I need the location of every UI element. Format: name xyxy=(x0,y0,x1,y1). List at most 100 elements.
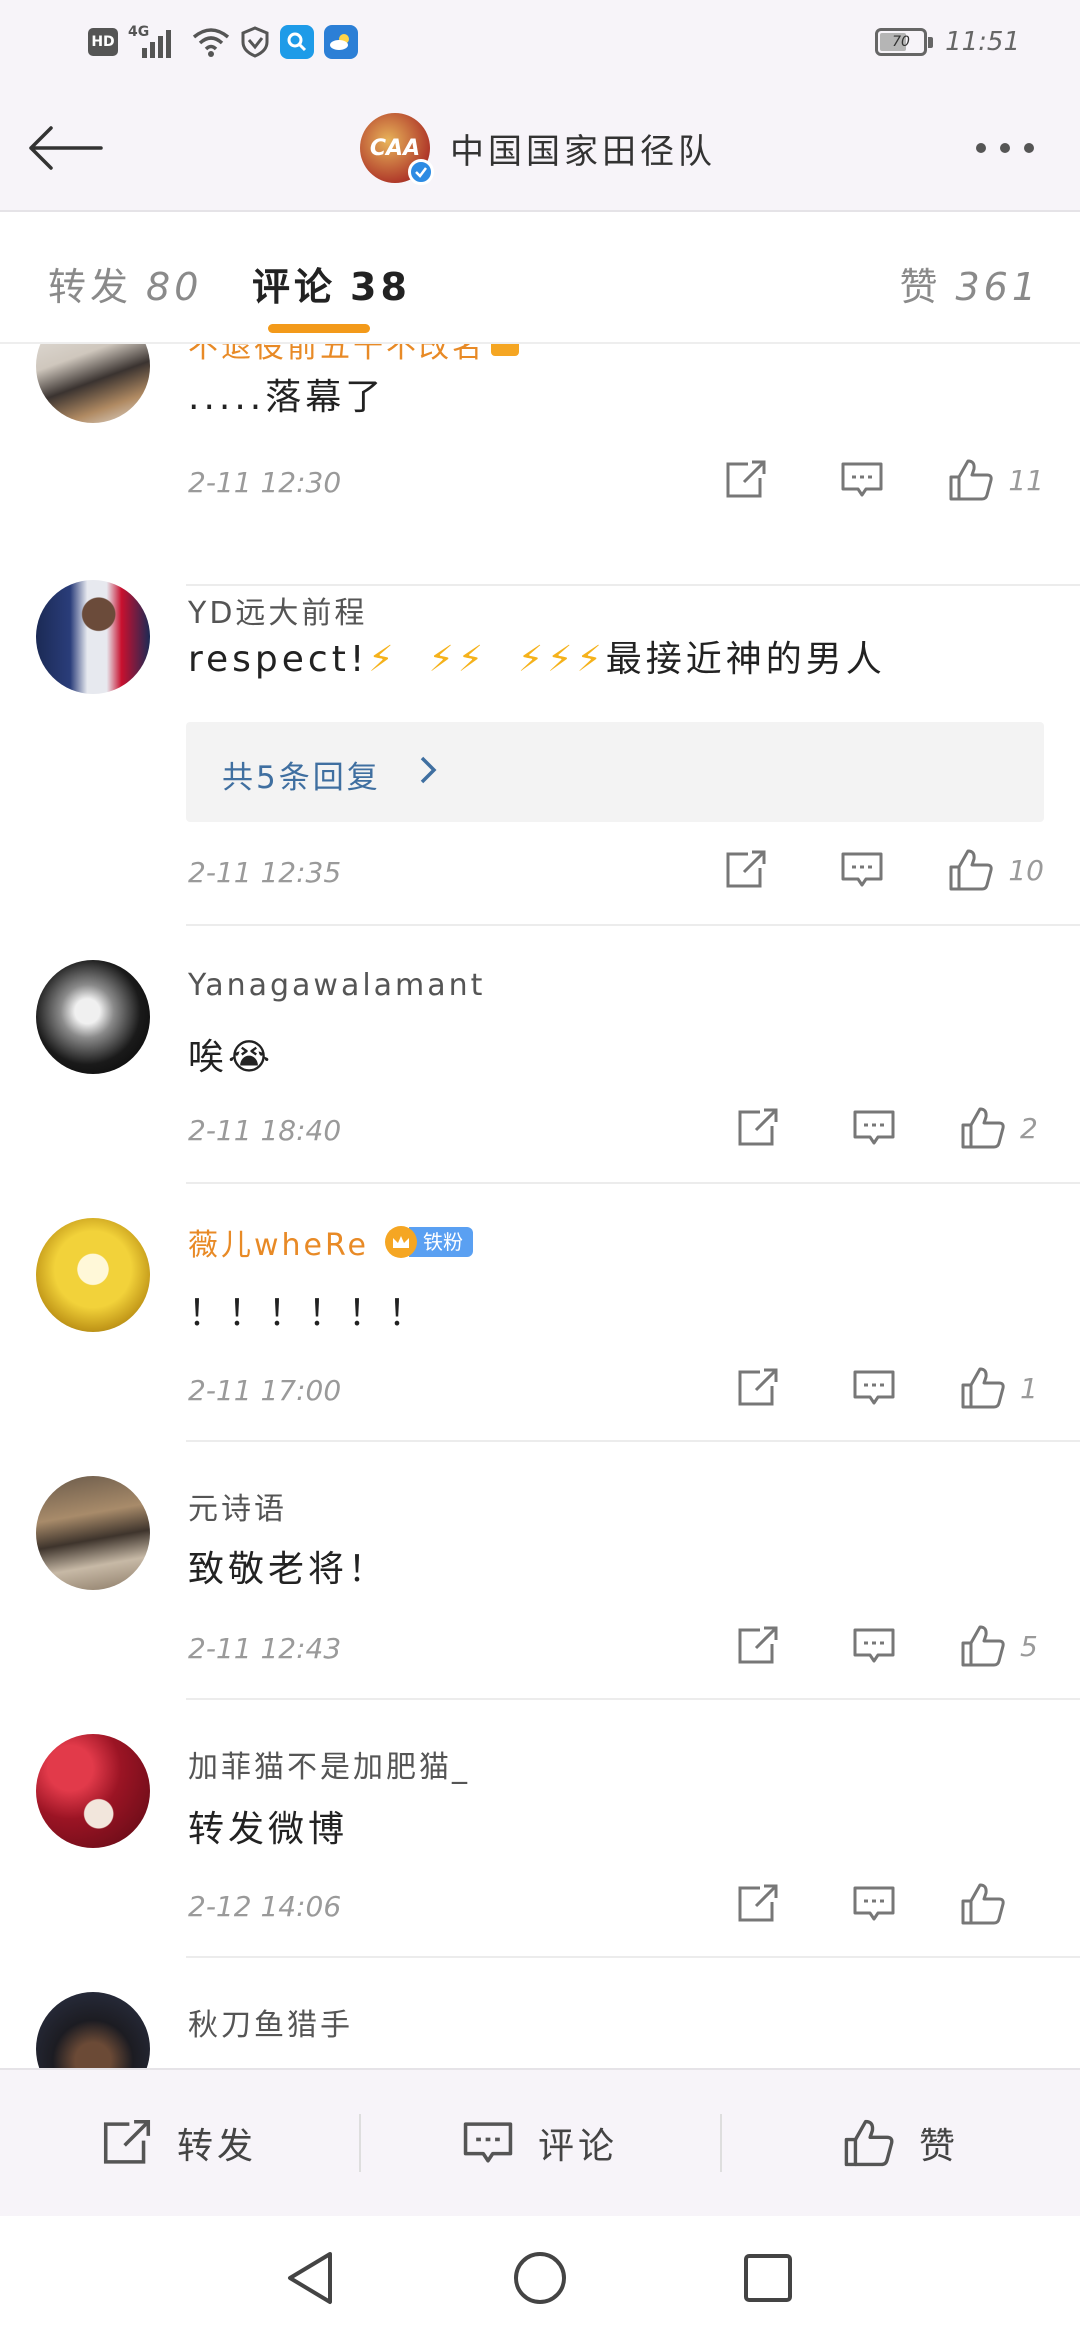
more-button[interactable] xyxy=(950,108,1060,188)
circle-home-icon xyxy=(514,2252,566,2304)
tab-comment-label: 评论 xyxy=(252,265,337,309)
tab-bar: 转发 80 评论 38 赞 361 xyxy=(0,212,1080,344)
tab-like-label: 赞 xyxy=(899,265,942,309)
commenter-avatar[interactable] xyxy=(36,1218,150,1332)
comment-text-prefix: respect! xyxy=(188,639,369,680)
tab-comment-count: 38 xyxy=(350,265,411,309)
comment-icon xyxy=(463,2122,513,2163)
repost-label: 转发 xyxy=(176,2126,257,2167)
vpn-shield-icon xyxy=(241,26,269,58)
replies-link[interactable]: 共5条回复 xyxy=(186,722,1044,822)
commenter-name[interactable]: 元诗语 xyxy=(188,1484,287,1528)
thumbs-up-icon xyxy=(949,459,994,501)
fan-badge[interactable]: 铁粉 xyxy=(384,1224,473,1260)
share-icon xyxy=(726,460,766,498)
nav-recents-button[interactable] xyxy=(726,2236,810,2320)
thumbs-up-icon xyxy=(949,849,994,891)
account-info[interactable]: CAA 中国国家田径队 xyxy=(360,108,716,188)
reply-button[interactable] xyxy=(844,1368,904,1408)
share-button[interactable] xyxy=(728,1884,788,1924)
tab-repost[interactable]: 转发 80 xyxy=(48,256,202,311)
thumbs-up-icon xyxy=(961,1625,1005,1667)
commenter-name[interactable]: 不退役前五十不改名 xyxy=(188,344,519,366)
commenter-name[interactable]: 秋刀鱼猎手 xyxy=(188,2000,353,2044)
crown-icon xyxy=(491,344,519,356)
chevron-right-icon xyxy=(420,756,437,784)
commenter-name[interactable]: YD远大前程 xyxy=(188,588,367,632)
reply-button[interactable] xyxy=(832,850,892,890)
share-button[interactable] xyxy=(728,1108,788,1148)
comment-icon xyxy=(853,1110,895,1145)
comment-button[interactable]: 评论 xyxy=(361,2070,719,2216)
account-avatar[interactable]: CAA xyxy=(360,113,434,185)
like-button[interactable]: 10 xyxy=(948,848,1044,892)
triangle-back-icon xyxy=(288,2252,332,2304)
reply-button[interactable] xyxy=(844,1884,904,1924)
nav-back-button[interactable] xyxy=(268,2236,352,2320)
lightning-emoji: ⚡⚡ xyxy=(428,639,487,680)
share-icon xyxy=(726,850,766,888)
share-button[interactable] xyxy=(716,460,776,500)
commenter-avatar[interactable] xyxy=(36,960,150,1074)
divider xyxy=(186,924,1080,926)
share-button[interactable] xyxy=(716,850,776,890)
comment-icon xyxy=(853,1628,895,1663)
like-button[interactable]: 1 xyxy=(960,1366,1044,1410)
comment-list[interactable]: 不退役前五十不改名 .....落幕了 2-11 12:30 11 YD远大前程 … xyxy=(0,344,1080,2068)
commenter-name[interactable]: Yanagawalamant xyxy=(188,968,485,1003)
tab-like[interactable]: 赞 361 xyxy=(899,256,1040,311)
tab-comment[interactable]: 评论 38 xyxy=(252,256,411,311)
status-icons-left: HD 4G xyxy=(88,20,358,64)
commenter-name[interactable]: 加菲猫不是加肥猫_ xyxy=(188,1742,470,1786)
more-dots-icon xyxy=(976,143,986,153)
verified-icon xyxy=(408,159,434,185)
commenter-name-text: 不退役前五十不改名 xyxy=(188,344,485,365)
comment-text: respect!⚡ ⚡⚡ ⚡⚡⚡最接近神的男人 xyxy=(188,630,886,682)
top-app-bar: CAA 中国国家田径队 xyxy=(0,84,1080,212)
like-count: 1 xyxy=(1020,1371,1038,1405)
divider xyxy=(186,1440,1080,1442)
share-button[interactable] xyxy=(728,1626,788,1666)
commenter-avatar[interactable] xyxy=(36,344,150,423)
account-name[interactable]: 中国国家田径队 xyxy=(450,124,716,173)
wifi-icon xyxy=(192,28,230,57)
commenter-avatar[interactable] xyxy=(36,1992,150,2068)
like-button[interactable]: 赞 xyxy=(722,2070,1080,2216)
comment-time: 2-12 14:06 xyxy=(188,1890,342,1923)
bottom-action-bar: 转发 评论 赞 xyxy=(0,2068,1080,2216)
share-icon xyxy=(103,2119,151,2164)
comment-time: 2-11 17:00 xyxy=(188,1374,342,1407)
signal-icon: 4G xyxy=(128,24,182,60)
like-button[interactable]: 5 xyxy=(960,1624,1044,1668)
commenter-avatar[interactable] xyxy=(36,580,150,694)
nav-home-button[interactable] xyxy=(498,2236,582,2320)
comment-text: 转发微博 xyxy=(188,1809,349,1850)
clock: 11:51 xyxy=(945,27,1020,57)
commenter-name[interactable]: 薇儿wheRe 铁粉 xyxy=(188,1220,473,1264)
reply-button[interactable] xyxy=(844,1626,904,1666)
comment-text-suffix: 最接近神的男人 xyxy=(605,639,886,680)
like-button[interactable]: 2 xyxy=(960,1106,1044,1150)
like-button[interactable] xyxy=(960,1882,1044,1926)
like-button[interactable]: 11 xyxy=(948,458,1044,502)
comment-actions: 10 xyxy=(716,840,1044,900)
like-count: 10 xyxy=(1008,853,1044,887)
comment-icon xyxy=(853,1370,895,1405)
lightning-emoji: ⚡⚡⚡ xyxy=(517,639,606,680)
comment-item: 不退役前五十不改名 .....落幕了 2-11 12:30 11 xyxy=(0,344,1080,586)
reply-button[interactable] xyxy=(832,460,892,500)
divider xyxy=(186,1698,1080,1700)
repost-button[interactable]: 转发 xyxy=(0,2070,358,2216)
back-button[interactable] xyxy=(20,108,110,188)
comment-text: 致敬老将！ xyxy=(188,1549,389,1590)
commenter-avatar[interactable] xyxy=(36,1476,150,1590)
commenter-avatar[interactable] xyxy=(36,1734,150,1848)
share-button[interactable] xyxy=(728,1368,788,1408)
replies-count-text: 共5条回复 xyxy=(222,760,381,796)
comment-icon xyxy=(853,1886,895,1921)
share-icon xyxy=(738,1108,778,1146)
avatar-logo-text: CAA xyxy=(369,135,421,161)
active-tab-indicator xyxy=(268,324,370,333)
comment-time: 2-11 18:40 xyxy=(188,1114,342,1147)
reply-button[interactable] xyxy=(844,1108,904,1148)
